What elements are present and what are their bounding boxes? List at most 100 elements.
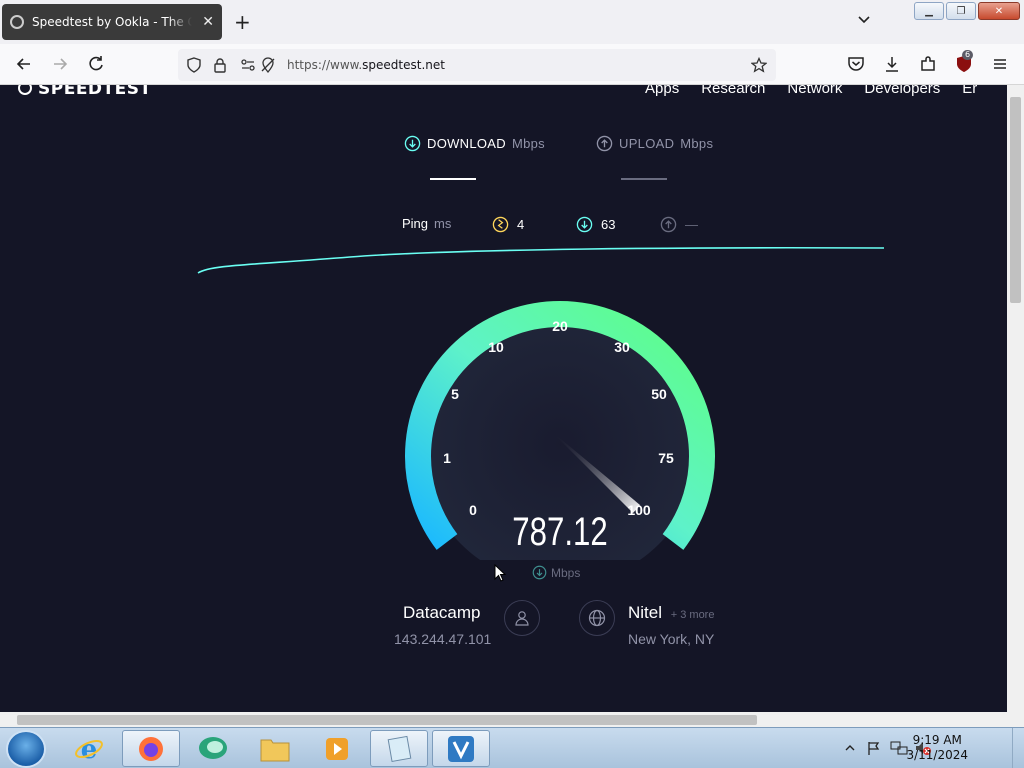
upload-underline: [621, 178, 667, 180]
logo-text: SPEEDTEST: [38, 85, 152, 99]
ping-upload-icon: [660, 216, 677, 233]
url-prefix: https://www.: [287, 58, 363, 72]
tracking-protection-shield-icon[interactable]: [186, 57, 202, 73]
action-center-flag-icon[interactable]: [866, 740, 882, 756]
location-blocked-icon[interactable]: [260, 57, 276, 73]
pocket-icon[interactable]: [846, 54, 866, 74]
clock-date: 3/11/2024: [906, 748, 968, 762]
speed-value: 787.12: [512, 510, 608, 554]
nav-developers[interactable]: Developers: [864, 85, 940, 97]
bookmark-star-icon[interactable]: [751, 57, 767, 73]
top-navigation: Apps Research Network Developers Er: [645, 85, 977, 97]
horizontal-scroll-thumb[interactable]: [17, 715, 757, 725]
taskbar-firefox[interactable]: [122, 730, 180, 767]
windows-taskbar: e 9:19 AM 3/11/2024: [0, 727, 1024, 768]
ping-idle-value: 4: [517, 217, 525, 232]
server-circle[interactable]: [579, 600, 615, 636]
browser-tab-speedtest[interactable]: Speedtest by Ookla - The Global Broadban…: [2, 4, 222, 40]
list-all-tabs-icon[interactable]: [856, 12, 872, 28]
server-location: New York, NY: [628, 631, 715, 647]
hamburger-menu-icon[interactable]: [990, 54, 1010, 74]
taskbar-internet-explorer[interactable]: e: [60, 730, 118, 767]
user-icon: [515, 611, 529, 626]
gauge-tick-30: 30: [614, 339, 630, 355]
forward-icon[interactable]: [50, 54, 70, 74]
start-button[interactable]: [6, 730, 46, 768]
gauge-tick-5: 5: [451, 386, 459, 402]
upload-label: UPLOAD: [619, 136, 675, 151]
minimize-button[interactable]: ▁: [914, 2, 944, 20]
tab-strip: Speedtest by Ookla - The Global Broadban…: [0, 0, 1024, 44]
address-bar[interactable]: https://www.speedtest.net: [178, 49, 776, 81]
ping-upload-value: —: [685, 217, 698, 232]
taskbar-chat-app[interactable]: [184, 730, 242, 767]
notepad-icon: [387, 735, 412, 762]
url-host: speedtest.net: [362, 58, 445, 72]
gauge-tick-1: 1: [443, 450, 451, 466]
restore-button[interactable]: ❐: [946, 2, 976, 20]
downloads-icon[interactable]: [882, 54, 902, 74]
taskbar-media-player[interactable]: [308, 730, 366, 767]
upload-unit: Mbps: [680, 136, 714, 151]
gauge-tick-0: 0: [469, 502, 477, 518]
internet-explorer-icon: e: [75, 735, 103, 764]
vertical-scrollbar[interactable]: [1007, 85, 1024, 712]
ping-download: 63: [576, 216, 615, 233]
window-close-button[interactable]: ✕: [978, 2, 1020, 20]
extensions-puzzle-icon[interactable]: [918, 54, 938, 74]
speedtest-logo-icon: [18, 85, 32, 95]
ping-upload: —: [660, 216, 698, 233]
ping-unit: ms: [434, 216, 452, 231]
speedtest-page: SPEEDTEST Apps Research Network Develope…: [0, 85, 1007, 712]
extension-badge: 6: [962, 50, 974, 60]
taskbar-notepad[interactable]: [370, 730, 428, 767]
taskbar-file-explorer[interactable]: [246, 730, 304, 767]
nav-network[interactable]: Network: [787, 85, 842, 97]
server-group: Nitel + 3 more: [628, 603, 714, 623]
ping-label-group: Ping ms: [402, 216, 451, 231]
back-icon[interactable]: [14, 54, 34, 74]
ping-idle-icon: [492, 216, 509, 233]
permissions-icon[interactable]: [240, 57, 256, 73]
close-tab-icon[interactable]: ✕: [202, 14, 214, 30]
provider-ip: 143.244.47.101: [394, 631, 492, 647]
firefox-icon: [139, 736, 163, 761]
show-desktop-button[interactable]: [1012, 728, 1024, 768]
speedtest-logo[interactable]: SPEEDTEST: [18, 85, 152, 99]
new-tab-button[interactable]: +: [234, 10, 251, 34]
provider-circle: [504, 600, 540, 636]
chat-bubble-icon: [199, 736, 227, 759]
horizontal-scrollbar[interactable]: [0, 712, 1007, 727]
speed-graph-line: [197, 246, 885, 274]
download-unit: Mbps: [511, 136, 545, 151]
nav-enterprise[interactable]: Er: [962, 85, 977, 97]
nav-research[interactable]: Research: [701, 85, 765, 97]
svg-text:e: e: [81, 735, 98, 764]
globe-icon: [588, 609, 606, 627]
lock-icon[interactable]: [213, 57, 227, 73]
app-v-icon: [448, 735, 474, 762]
tab-title: Speedtest by Ookla - The Global Broadban…: [32, 15, 192, 29]
url-text[interactable]: https://www.speedtest.net: [287, 58, 445, 72]
gauge-tick-75: 75: [658, 450, 674, 466]
system-clock[interactable]: 9:19 AM 3/11/2024: [906, 733, 968, 763]
download-underline: [430, 178, 476, 180]
taskbar-app-v[interactable]: [432, 730, 490, 767]
speedtest-favicon-icon: [10, 15, 24, 29]
vertical-scroll-thumb[interactable]: [1010, 97, 1021, 303]
server-more-link[interactable]: + 3 more: [671, 609, 715, 621]
nav-apps[interactable]: Apps: [645, 85, 679, 97]
provider-name: Datacamp: [403, 603, 481, 622]
gauge-tick-10: 10: [488, 339, 504, 355]
navigation-toolbar: https://www.speedtest.net 6: [0, 44, 1024, 85]
speed-unit-label: Mbps: [551, 565, 581, 580]
download-label: DOWNLOAD: [427, 136, 506, 151]
server-name[interactable]: Nitel: [628, 603, 662, 622]
ping-download-icon: [576, 216, 593, 233]
download-arrow-icon: [404, 135, 421, 152]
show-hidden-icons-icon[interactable]: [845, 743, 855, 753]
gauge-tick-20: 20: [552, 318, 568, 334]
network-icon[interactable]: [890, 740, 908, 756]
reload-icon[interactable]: [86, 54, 106, 74]
upload-arrow-icon: [596, 135, 613, 152]
